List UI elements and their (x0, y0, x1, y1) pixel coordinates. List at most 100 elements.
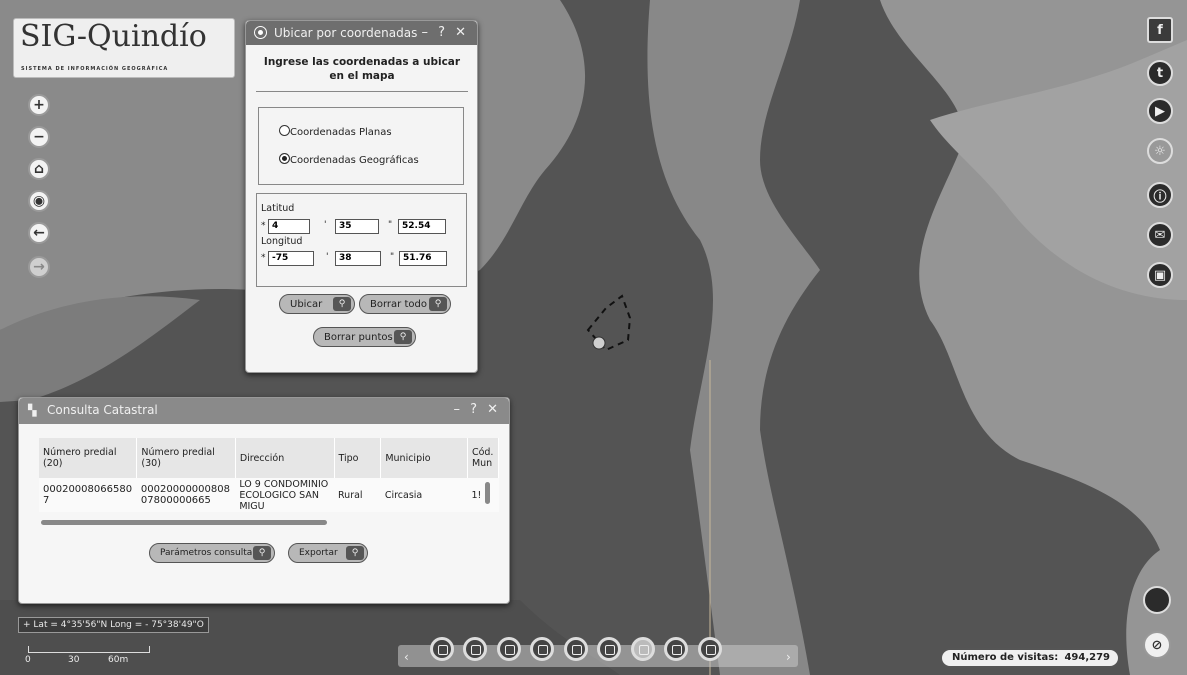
col-header[interactable]: Tipo (334, 438, 382, 478)
sec-mark: " (390, 252, 395, 262)
results-table: Número predial (20) Número predial (30) … (39, 438, 499, 512)
print-tool-icon[interactable] (564, 637, 588, 661)
radio-geograficas[interactable]: Coordenadas Geográficas (279, 153, 419, 166)
min-mark: ' (324, 220, 327, 230)
visits-label: Número de visitas: (952, 652, 1059, 663)
cell: 00020000000808 07800000665 (136, 478, 236, 512)
chevron-right-icon[interactable]: › (786, 650, 791, 664)
layers-tool-icon[interactable] (463, 637, 487, 661)
logo-title: SIG-Quindío (20, 19, 207, 54)
plus-icon: + (23, 620, 31, 630)
coord-window-titlebar[interactable]: Ubicar por coordenadas – ? ✕ (246, 21, 477, 45)
coord-heading: Ingrese las coordenadas a ubicar en el m… (263, 56, 461, 82)
visit-counter: Número de visitas: 494,279 (940, 648, 1120, 668)
search-icon: ⚲ (253, 546, 271, 560)
coords-readout: + Lat = 4°35'56"N Long = - 75°38'49"O (18, 617, 209, 633)
chevron-left-icon[interactable]: ‹ (404, 650, 409, 664)
zoom-in-button[interactable]: + (28, 94, 50, 116)
deg-mark: * (261, 253, 266, 263)
query-tool-icon[interactable] (497, 637, 521, 661)
lat-minutes-input[interactable]: 35 (335, 219, 379, 234)
sec-mark: " (388, 220, 393, 230)
coordinates-tool-icon[interactable] (664, 637, 688, 661)
vertical-scrollbar[interactable] (485, 482, 490, 504)
map-icon: ▚ (28, 404, 37, 417)
zoom-out-button[interactable]: − (28, 126, 50, 148)
catastral-window: ▚ Consulta Catastral – ? ✕ Número predia… (18, 397, 510, 604)
add-data-tool-icon[interactable] (597, 637, 621, 661)
draw-tool-icon[interactable] (631, 637, 655, 661)
twitter-icon[interactable]: t (1147, 60, 1173, 86)
search-icon: ⚲ (394, 330, 412, 344)
search-icon: ⚲ (346, 546, 364, 560)
info-icon[interactable]: ⓘ (1147, 182, 1173, 208)
radio-planas[interactable]: Coordenadas Planas (279, 125, 392, 138)
window-controls[interactable]: – ? ✕ (453, 402, 501, 417)
lon-label: Longitud (261, 236, 303, 247)
borrar-puntos-button[interactable]: Borrar puntos ⚲ (313, 327, 416, 347)
globe-icon[interactable]: ☼ (1147, 138, 1173, 164)
catastral-window-titlebar[interactable]: ▚ Consulta Catastral – ? ✕ (19, 398, 509, 424)
hide-icon[interactable]: ⊘ (1143, 631, 1171, 659)
lat-degrees-input[interactable]: 4 (268, 219, 310, 234)
exportar-label: Exportar (299, 548, 338, 558)
cell: Circasia (380, 478, 468, 512)
radio-planas-label: Coordenadas Planas (290, 127, 392, 138)
home-button[interactable]: ⌂ (28, 158, 50, 180)
table-row[interactable]: 00020008066580 7 00020000000808 07800000… (39, 478, 499, 512)
sig-quindio-logo: SIG-Quindío SISTEMA DE INFORMACIÓN GEOGR… (13, 18, 235, 78)
back-button[interactable]: ← (28, 222, 50, 244)
lat-seconds-input[interactable]: 52.54 (398, 219, 446, 234)
catastral-window-title: Consulta Catastral (47, 403, 158, 417)
scale-label: 0 (25, 655, 31, 665)
cell: LO 9 CONDOMINIO ECOLOGICO SAN MIGU (235, 478, 334, 512)
borrar-todo-button[interactable]: Borrar todo ⚲ (359, 294, 451, 314)
horizontal-scrollbar[interactable] (41, 520, 327, 525)
col-header[interactable]: Número predial (20) (39, 438, 138, 478)
forward-button[interactable]: → (28, 256, 50, 278)
col-header[interactable]: Municipio (380, 438, 468, 478)
scale-label: 30 (68, 655, 80, 665)
lon-seconds-input[interactable]: 51.76 (399, 251, 447, 266)
coords-text: Lat = 4°35'56"N Long = - 75°38'49"O (33, 620, 204, 630)
ubicar-label: Ubicar (290, 298, 323, 310)
visits-value: 494,279 (1064, 652, 1110, 663)
divider (256, 91, 468, 92)
youtube-icon[interactable]: ▶ (1147, 98, 1173, 124)
borrar-puntos-label: Borrar puntos (324, 331, 393, 343)
target-icon (254, 26, 267, 39)
radio-geograficas-label: Coordenadas Geográficas (290, 155, 419, 166)
min-mark: ' (326, 252, 329, 262)
mail-icon[interactable]: ✉ (1147, 222, 1173, 248)
search-icon: ⚲ (429, 297, 447, 311)
lon-minutes-input[interactable]: 38 (335, 251, 381, 266)
exportar-button[interactable]: Exportar ⚲ (288, 543, 368, 563)
coord-type-box (258, 107, 464, 185)
cell: 00020008066580 7 (39, 478, 137, 512)
col-header[interactable]: Dirección (235, 438, 335, 478)
facebook-icon[interactable]: f (1147, 17, 1173, 43)
measure-tool-icon[interactable] (430, 637, 454, 661)
lon-degrees-input[interactable]: -75 (268, 251, 314, 266)
ubicar-button[interactable]: Ubicar ⚲ (279, 294, 355, 314)
coord-window-title: Ubicar por coordenadas (274, 26, 418, 40)
coord-window: Ubicar por coordenadas – ? ✕ Ingrese las… (245, 20, 478, 373)
window-controls[interactable]: – ? ✕ (421, 25, 469, 40)
identify-tool-icon[interactable] (530, 637, 554, 661)
col-header[interactable]: Número predial (30) (136, 438, 236, 478)
col-header[interactable]: Cód. Mun (467, 438, 499, 478)
locate-button[interactable]: ◉ (28, 190, 50, 212)
cell: 1! (467, 478, 499, 512)
parametros-label: Parámetros consulta (160, 548, 253, 558)
basemap-icon[interactable] (1143, 586, 1171, 614)
results-table-wrap[interactable]: Número predial (20) Número predial (30) … (39, 438, 499, 518)
borrar-todo-label: Borrar todo (370, 298, 427, 310)
list-tool-icon[interactable] (698, 637, 722, 661)
lat-label: Latitud (261, 203, 295, 214)
logo-subtitle: SISTEMA DE INFORMACIÓN GEOGRÁFICA (21, 66, 169, 72)
parametros-consulta-button[interactable]: Parámetros consulta ⚲ (149, 543, 275, 563)
panel-icon[interactable]: ▣ (1147, 262, 1173, 288)
search-icon: ⚲ (333, 297, 351, 311)
deg-mark: * (261, 221, 266, 231)
scale-bar (28, 646, 150, 653)
